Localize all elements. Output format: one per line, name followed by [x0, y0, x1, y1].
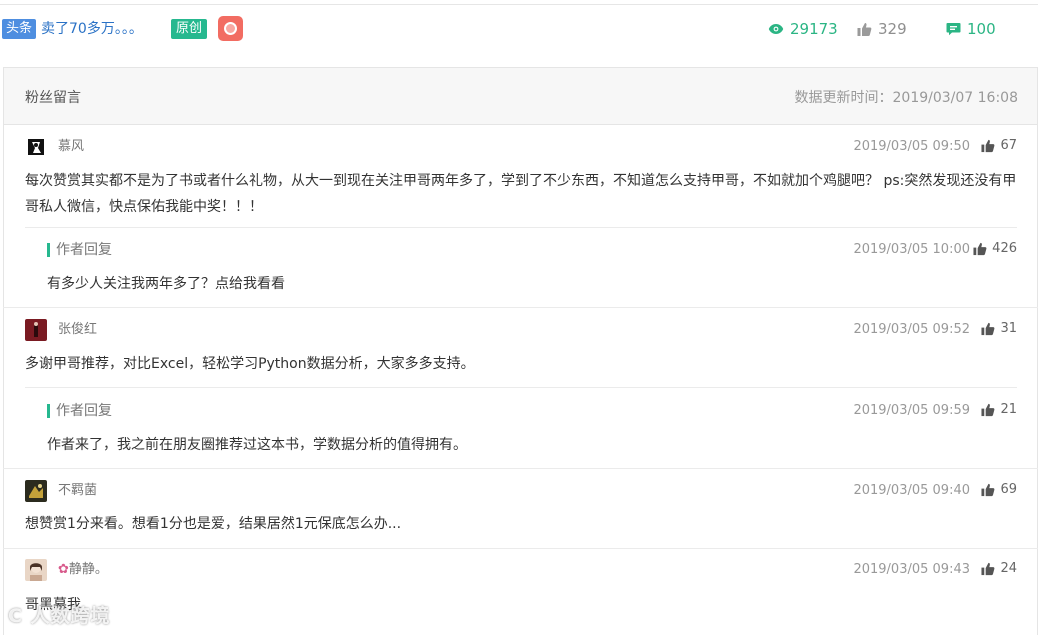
likes-count: 329	[878, 20, 907, 38]
divider	[25, 227, 1017, 228]
top-border	[0, 0, 1038, 5]
like-count: 426	[992, 241, 1017, 256]
divider	[3, 468, 1038, 469]
like-count: 21	[1000, 402, 1017, 417]
views-count: 29173	[790, 20, 838, 38]
reply-accent-bar	[47, 243, 50, 257]
comment-header: 张俊红 2019/03/05 09:52 31	[0, 319, 1038, 343]
comment-text: 哥黑幕我	[25, 597, 81, 613]
article-title[interactable]: 卖了70多万。。。	[41, 19, 143, 39]
like-count: 31	[1000, 321, 1017, 336]
username[interactable]: ✿静静。	[58, 561, 108, 579]
thumbs-up-icon	[981, 403, 995, 417]
comment-time: 2019/03/05 09:50	[853, 139, 970, 154]
comment-time: 2019/03/05 09:52	[853, 322, 970, 337]
avatar[interactable]	[25, 480, 47, 502]
comments-count: 100	[967, 20, 996, 38]
article-bar: 头条 卖了70多万。。。 原创 29173 329 100	[0, 12, 1038, 46]
reward-badge-icon	[218, 16, 243, 41]
divider	[25, 387, 1017, 388]
comment-text: 每次赞赏其实都不是为了书或者什么礼物，从大一到现在关注甲哥两年多了，学到了不少东…	[25, 173, 1017, 215]
panel-title: 粉丝留言	[25, 90, 81, 106]
reply-time: 2019/03/05 09:59	[853, 403, 970, 418]
eye-icon	[768, 24, 784, 34]
comment-bubble-icon	[946, 23, 961, 36]
thumbs-up-icon	[973, 242, 987, 256]
comment-time: 2019/03/05 09:43	[853, 562, 970, 577]
reply-accent-bar	[47, 404, 50, 418]
thumbs-up-icon	[981, 483, 995, 497]
views-stat: 29173	[768, 19, 838, 39]
comment-time: 2019/03/05 09:40	[853, 483, 970, 498]
watermark: C 人数跨境	[8, 605, 111, 627]
thumbs-up-icon	[981, 562, 995, 576]
username[interactable]: 慕风	[58, 138, 84, 156]
flower-icon: ✿	[58, 562, 69, 577]
comment-text: 想赞赏1分来看。想看1分也是爱，结果居然1元保底怎么办...	[25, 516, 402, 532]
panel-header: 粉丝留言 数据更新时间：2019/03/07 16:08	[4, 68, 1037, 125]
reply-text: 有多少人关注我两年多了？点给我看看	[47, 276, 285, 292]
toutiao-tag: 头条	[2, 19, 37, 39]
thumbs-up-icon	[857, 22, 872, 36]
comment-header: 不羁菌 2019/03/05 09:40 69	[0, 480, 1038, 504]
author-reply-label: 作者回复	[56, 403, 112, 419]
original-tag: 原创	[171, 19, 208, 39]
username[interactable]: 不羁菌	[58, 482, 97, 500]
author-reply-header: 作者回复 2019/03/05 10:00 426	[0, 239, 1038, 263]
author-reply-label: 作者回复	[56, 242, 112, 258]
like-count: 69	[1000, 482, 1017, 497]
thumbs-up-icon	[981, 139, 995, 153]
like-count: 67	[1000, 138, 1017, 153]
avatar[interactable]	[25, 319, 47, 341]
like-button[interactable]: 24	[981, 560, 1017, 578]
like-button[interactable]: 426	[973, 240, 1017, 258]
like-button[interactable]: 67	[981, 137, 1017, 155]
comment-header: ✿静静。 2019/03/05 09:43 24	[0, 559, 1038, 583]
like-button[interactable]: 69	[981, 481, 1017, 499]
username[interactable]: 张俊红	[58, 321, 97, 339]
like-button[interactable]: 31	[981, 320, 1017, 338]
username-text: 静静。	[68, 562, 108, 577]
reply-time: 2019/03/05 10:00	[853, 242, 970, 257]
reply-text: 作者来了，我之前在朋友圈推荐过这本书，学数据分析的值得拥有。	[47, 437, 467, 453]
comments-stat: 100	[946, 19, 996, 39]
like-count: 24	[1000, 561, 1017, 576]
avatar[interactable]	[25, 559, 47, 581]
comment-text: 多谢甲哥推荐，对比Excel，轻松学习Python数据分析，大家多多支持。	[25, 356, 475, 372]
update-time: 数据更新时间：2019/03/07 16:08	[794, 90, 1019, 106]
likes-stat: 329	[857, 19, 907, 39]
author-reply-header: 作者回复 2019/03/05 09:59 21	[0, 400, 1038, 424]
avatar[interactable]	[25, 136, 47, 158]
divider	[3, 307, 1038, 308]
comment-header: 慕风 2019/03/05 09:50 67	[0, 136, 1038, 160]
thumbs-up-icon	[981, 322, 995, 336]
divider	[3, 548, 1038, 549]
like-button[interactable]: 21	[981, 401, 1017, 419]
